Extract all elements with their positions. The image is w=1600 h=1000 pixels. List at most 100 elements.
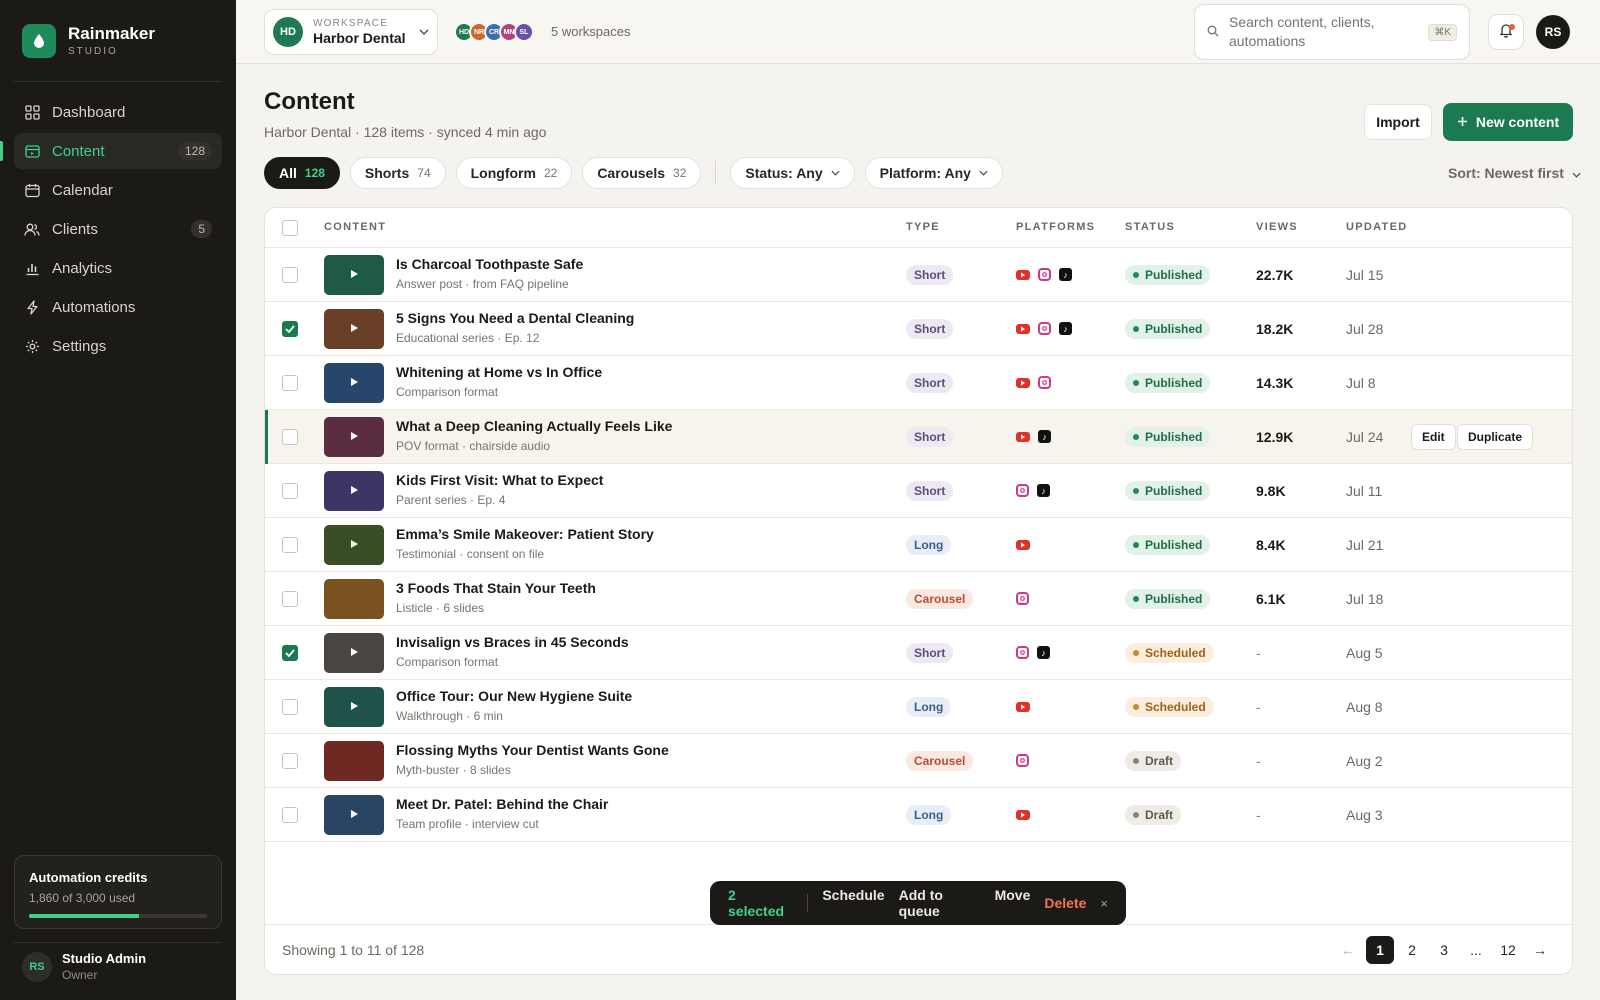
prev-page-button[interactable]: ←: [1334, 936, 1362, 964]
status-dot: [1133, 650, 1139, 656]
content-thumbnail[interactable]: [324, 255, 384, 295]
content-title[interactable]: Whitening at Home vs In Office: [396, 364, 602, 380]
content-thumbnail[interactable]: [324, 363, 384, 403]
column-platforms[interactable]: PLATFORMS: [1016, 221, 1095, 233]
row-checkbox[interactable]: [282, 429, 298, 445]
table-row[interactable]: Emma’s Smile Makeover: Patient Story Test…: [265, 518, 1572, 572]
content-title[interactable]: 5 Signs You Need a Dental Cleaning: [396, 310, 634, 326]
row-checkbox[interactable]: [282, 267, 298, 283]
tab-longform[interactable]: Longform 22: [455, 157, 573, 189]
tab-all[interactable]: All 128: [264, 157, 340, 189]
content-title[interactable]: Meet Dr. Patel: Behind the Chair: [396, 796, 608, 812]
brand[interactable]: Rainmaker STUDIO: [22, 24, 155, 58]
bulk-move-button[interactable]: Move: [995, 887, 1031, 919]
table-row[interactable]: Meet Dr. Patel: Behind the Chair Team pro…: [265, 788, 1572, 842]
duplicate-button[interactable]: Duplicate: [1457, 424, 1534, 450]
page-12[interactable]: 12: [1494, 936, 1522, 964]
column-type[interactable]: TYPE: [906, 221, 940, 233]
import-button[interactable]: Import: [1364, 104, 1432, 140]
edit-button[interactable]: Edit: [1411, 424, 1456, 450]
close-icon[interactable]: ×: [1100, 896, 1108, 911]
status-label: Draft: [1145, 754, 1174, 768]
content-title[interactable]: Kids First Visit: What to Expect: [396, 472, 603, 488]
sidebar-item-analytics[interactable]: Analytics: [14, 250, 222, 286]
content-thumbnail[interactable]: [324, 309, 384, 349]
column-status[interactable]: STATUS: [1125, 221, 1175, 233]
platform-list: [1016, 700, 1030, 712]
bulk-schedule-button[interactable]: Schedule: [822, 887, 884, 919]
instagram-icon: [1016, 484, 1029, 497]
automation-credits[interactable]: Automation credits 1,860 of 3,000 used: [14, 855, 222, 929]
status-dot: [1133, 326, 1139, 332]
content-thumbnail[interactable]: [324, 471, 384, 511]
content-title[interactable]: Office Tour: Our New Hygiene Suite: [396, 688, 632, 704]
table-row[interactable]: 5 Signs You Need a Dental Cleaning Educat…: [265, 302, 1572, 356]
workspace-avatars[interactable]: HD NR CR MN SL: [454, 22, 534, 42]
table-row[interactable]: Whitening at Home vs In Office Comparison…: [265, 356, 1572, 410]
sidebar-item-automations[interactable]: Automations: [14, 289, 222, 325]
updated-date: Jul 28: [1346, 321, 1384, 337]
row-checkbox[interactable]: [282, 699, 298, 715]
notifications-button[interactable]: [1488, 14, 1524, 50]
page-1[interactable]: 1: [1366, 936, 1394, 964]
sidebar-item-clients[interactable]: Clients 5: [14, 211, 222, 247]
workspace-switcher[interactable]: HD WORKSPACE Harbor Dental: [264, 9, 438, 55]
row-checkbox[interactable]: [282, 807, 298, 823]
workspace-count[interactable]: 5 workspaces: [551, 24, 630, 39]
bulk-delete-button[interactable]: Delete: [1044, 895, 1086, 911]
table-row[interactable]: Office Tour: Our New Hygiene Suite Walkth…: [265, 680, 1572, 734]
content-thumbnail[interactable]: [324, 417, 384, 457]
sidebar-item-content[interactable]: Content 128: [0, 133, 222, 169]
content-thumbnail[interactable]: [324, 579, 384, 619]
content-title[interactable]: Invisalign vs Braces in 45 Seconds: [396, 634, 629, 650]
content-thumbnail[interactable]: [324, 525, 384, 565]
content-thumbnail[interactable]: [324, 687, 384, 727]
content-title[interactable]: Emma’s Smile Makeover: Patient Story: [396, 526, 654, 542]
column-content[interactable]: CONTENT: [324, 221, 386, 233]
workspace-name: Harbor Dental: [313, 30, 406, 46]
page-3[interactable]: 3: [1430, 936, 1458, 964]
youtube-icon: [1016, 810, 1030, 820]
new-content-button[interactable]: New content: [1443, 103, 1573, 141]
tab-shorts[interactable]: Shorts 74: [349, 157, 446, 189]
status-filter[interactable]: Status: Any: [730, 157, 855, 189]
play-icon: [350, 324, 358, 334]
row-checkbox[interactable]: [282, 645, 298, 661]
row-checkbox[interactable]: [282, 321, 298, 337]
column-views[interactable]: VIEWS: [1256, 221, 1298, 233]
account-avatar[interactable]: RS: [1536, 15, 1570, 49]
content-title[interactable]: 3 Foods That Stain Your Teeth: [396, 580, 596, 596]
row-checkbox[interactable]: [282, 537, 298, 553]
platform-filter[interactable]: Platform: Any: [864, 157, 1003, 189]
sidebar-item-dashboard[interactable]: Dashboard: [14, 94, 222, 130]
content-thumbnail[interactable]: [324, 795, 384, 835]
sort-dropdown[interactable]: Sort: Newest first: [1448, 165, 1581, 181]
table-row[interactable]: Kids First Visit: What to Expect Parent s…: [265, 464, 1572, 518]
row-checkbox[interactable]: [282, 591, 298, 607]
sidebar-user[interactable]: RS Studio Admin Owner: [22, 951, 146, 982]
content-thumbnail[interactable]: [324, 633, 384, 673]
bulk-add-to-queue-button[interactable]: Add to queue: [899, 887, 981, 919]
table-row[interactable]: 3 Foods That Stain Your Teeth Listicle · …: [265, 572, 1572, 626]
tab-carousels[interactable]: Carousels 32: [582, 157, 702, 189]
page-2[interactable]: 2: [1398, 936, 1426, 964]
next-page-button[interactable]: →: [1526, 936, 1554, 964]
select-all-checkbox[interactable]: [282, 220, 298, 236]
table-row[interactable]: Flossing Myths Your Dentist Wants Gone My…: [265, 734, 1572, 788]
row-checkbox[interactable]: [282, 375, 298, 391]
row-checkbox[interactable]: [282, 483, 298, 499]
sidebar-item-calendar[interactable]: Calendar: [14, 172, 222, 208]
row-checkbox[interactable]: [282, 753, 298, 769]
content-thumbnail[interactable]: [324, 741, 384, 781]
table-row[interactable]: What a Deep Cleaning Actually Feels Like…: [265, 410, 1572, 464]
sidebar-item-settings[interactable]: Settings: [14, 328, 222, 364]
table-row[interactable]: Invisalign vs Braces in 45 Seconds Compar…: [265, 626, 1572, 680]
type-badge: Long: [906, 697, 952, 717]
workspace-avatar-sl[interactable]: SL: [514, 22, 534, 42]
column-updated[interactable]: UPDATED: [1346, 221, 1407, 233]
content-title[interactable]: Is Charcoal Toothpaste Safe: [396, 256, 583, 272]
search-input[interactable]: Search content, clients, automations ⌘K: [1194, 4, 1470, 60]
content-title[interactable]: Flossing Myths Your Dentist Wants Gone: [396, 742, 669, 758]
table-row[interactable]: Is Charcoal Toothpaste Safe Answer post ·…: [265, 248, 1572, 302]
content-title[interactable]: What a Deep Cleaning Actually Feels Like: [396, 418, 672, 434]
